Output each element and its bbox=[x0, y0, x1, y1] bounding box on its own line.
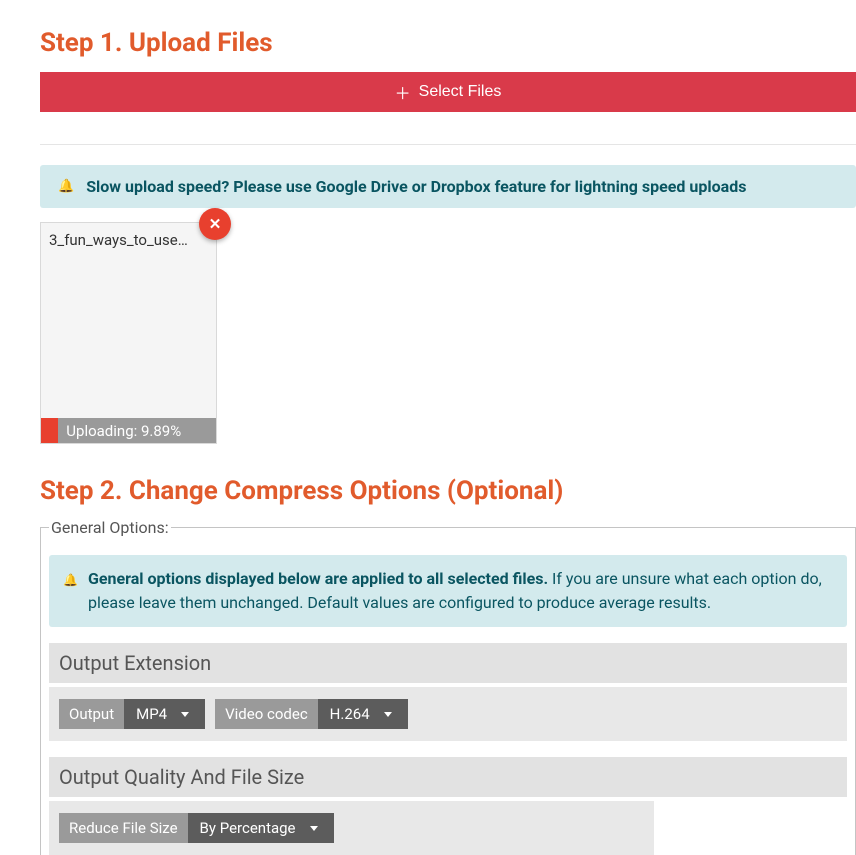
reduce-filesize-label: Reduce File Size bbox=[59, 813, 188, 843]
chevron-down-icon bbox=[310, 826, 318, 831]
divider bbox=[40, 144, 856, 145]
output-label: Output bbox=[59, 699, 124, 729]
file-card: 3_fun_ways_to_use… Uploading: 9.89% bbox=[40, 222, 217, 444]
reduce-filesize-group: Reduce File Size By Percentage bbox=[59, 813, 334, 843]
plus-icon: ＋ bbox=[395, 80, 411, 104]
upload-speed-notice-text: Slow upload speed? Please use Google Dri… bbox=[86, 177, 746, 196]
chevron-down-icon bbox=[181, 712, 189, 717]
output-quality-header: Output Quality And File Size bbox=[49, 757, 847, 797]
video-codec-value: H.264 bbox=[330, 705, 370, 723]
select-files-label: Select Files bbox=[419, 83, 502, 101]
output-format-value: MP4 bbox=[136, 705, 167, 723]
upload-progress-bar: Uploading: 9.89% bbox=[41, 418, 216, 443]
bell-icon: 🔔 bbox=[58, 179, 74, 194]
output-format-group: Output MP4 bbox=[59, 699, 205, 729]
general-options-notice-bold: General options displayed below are appl… bbox=[88, 569, 548, 588]
video-codec-select[interactable]: H.264 bbox=[318, 699, 408, 729]
general-options-notice: 🔔 General options displayed below are ap… bbox=[49, 555, 847, 627]
step1-title: Step 1. Upload Files bbox=[40, 28, 856, 58]
video-codec-label: Video codec bbox=[215, 699, 318, 729]
bell-icon: 🔔 bbox=[63, 571, 78, 615]
chevron-down-icon bbox=[384, 712, 392, 717]
reduce-filesize-value: By Percentage bbox=[200, 819, 296, 837]
close-icon: ✕ bbox=[209, 215, 222, 233]
select-files-button[interactable]: ＋ Select Files bbox=[40, 72, 856, 112]
progress-label: Uploading: 9.89% bbox=[58, 418, 216, 443]
remove-file-button[interactable]: ✕ bbox=[199, 208, 231, 240]
general-options-notice-text: General options displayed below are appl… bbox=[88, 567, 833, 615]
output-extension-row: Output MP4 Video codec H.264 bbox=[49, 687, 847, 741]
output-quality-row: Reduce File Size By Percentage bbox=[49, 801, 654, 855]
file-card-area: ✕ 3_fun_ways_to_use… Uploading: 9.89% bbox=[40, 222, 217, 444]
general-options-legend: General Options: bbox=[49, 518, 171, 537]
file-name: 3_fun_ways_to_use… bbox=[49, 231, 208, 249]
reduce-filesize-select[interactable]: By Percentage bbox=[188, 813, 334, 843]
progress-fill bbox=[41, 418, 58, 443]
output-extension-header: Output Extension bbox=[49, 643, 847, 683]
general-options-fieldset: General Options: 🔔 General options displ… bbox=[40, 518, 856, 855]
upload-speed-notice: 🔔 Slow upload speed? Please use Google D… bbox=[40, 165, 856, 208]
output-format-select[interactable]: MP4 bbox=[124, 699, 205, 729]
step2-title: Step 2. Change Compress Options (Optiona… bbox=[40, 476, 856, 506]
video-codec-group: Video codec H.264 bbox=[215, 699, 408, 729]
